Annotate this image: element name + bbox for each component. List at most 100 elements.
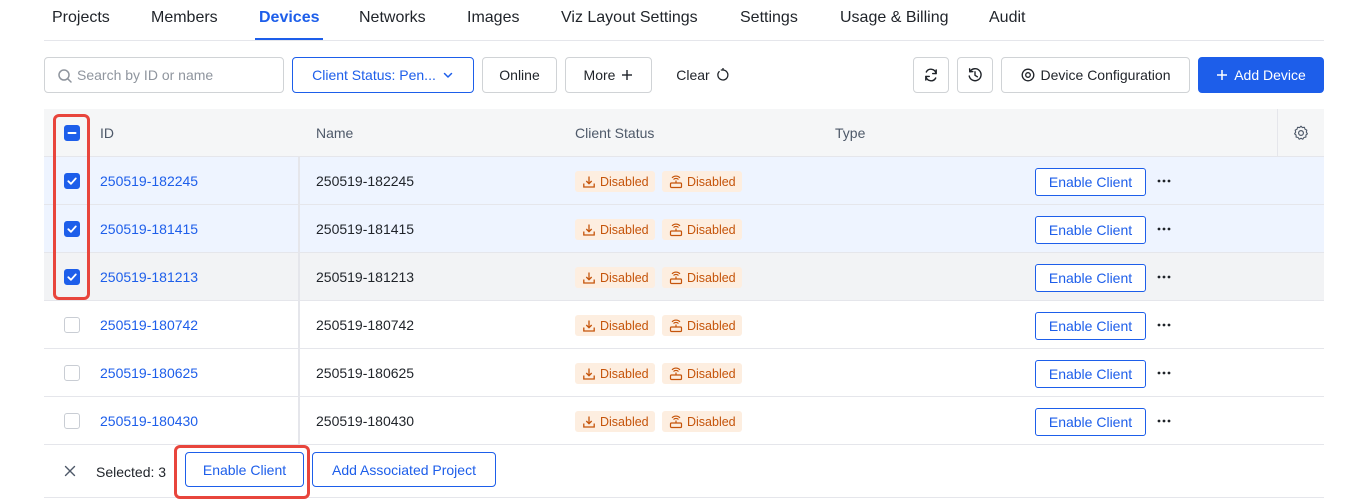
row-checkbox[interactable]	[64, 173, 80, 189]
status-badge: Disabled	[662, 411, 742, 432]
table-row[interactable]: 250519-180742 250519-180742 Disabled Dis…	[44, 301, 1324, 349]
client-status-filter[interactable]: Client Status: Pen...	[292, 57, 474, 93]
device-id-link[interactable]: 250519-181415	[100, 221, 198, 237]
add-device-button[interactable]: Add Device	[1198, 57, 1324, 93]
enable-client-button[interactable]: Enable Client	[1035, 168, 1146, 196]
plus-icon	[622, 70, 633, 80]
column-divider	[298, 157, 300, 205]
tab-projects[interactable]: Projects	[52, 9, 110, 27]
status-badge-text: Disabled	[600, 222, 649, 237]
row-checkbox[interactable]	[64, 221, 80, 237]
table-row[interactable]: 250519-180430 250519-180430 Disabled Dis…	[44, 397, 1324, 445]
status-badge: Disabled	[575, 267, 655, 288]
status-badge-text: Disabled	[600, 414, 649, 429]
more-actions-button[interactable]	[1154, 315, 1174, 335]
device-id-link[interactable]: 250519-180625	[100, 365, 198, 381]
enable-client-button[interactable]: Enable Client	[1035, 216, 1146, 244]
router-icon	[669, 367, 683, 380]
clear-filters-label: Clear	[676, 67, 710, 83]
add-associated-project-button[interactable]: Add Associated Project	[312, 452, 496, 487]
more-icon	[1157, 323, 1171, 327]
table-row[interactable]: 250519-181415 250519-181415 Disabled Dis…	[44, 205, 1324, 253]
more-icon	[1157, 275, 1171, 279]
column-header-client-status: Client Status	[575, 125, 655, 141]
table-row[interactable]: 250519-180625 250519-180625 Disabled Dis…	[44, 349, 1324, 397]
more-icon	[1157, 227, 1171, 231]
enable-client-button[interactable]: Enable Client	[1035, 312, 1146, 340]
device-id-link[interactable]: 250519-182245	[100, 173, 198, 189]
status-badge: Disabled	[575, 219, 655, 240]
status-badge: Disabled	[575, 315, 655, 336]
row-checkbox[interactable]	[64, 365, 80, 381]
device-id-link[interactable]: 250519-181213	[100, 269, 198, 285]
online-filter-button[interactable]: Online	[482, 57, 557, 93]
device-configuration-button[interactable]: Device Configuration	[1001, 57, 1190, 93]
more-icon	[1157, 371, 1171, 375]
column-settings-button[interactable]	[1277, 109, 1324, 157]
tab-viz-layout-settings[interactable]: Viz Layout Settings	[561, 9, 698, 27]
check-icon	[67, 177, 77, 185]
history-button[interactable]	[957, 57, 993, 93]
device-name: 250519-181213	[316, 269, 415, 285]
enable-client-button[interactable]: Enable Client	[1035, 360, 1146, 388]
table-row[interactable]: 250519-181213 250519-181213 Disabled Dis…	[44, 253, 1324, 301]
device-name: 250519-182245	[316, 173, 415, 189]
row-checkbox[interactable]	[64, 317, 80, 333]
download-icon	[583, 368, 595, 380]
client-status-filter-label: Client Status: Pen...	[312, 67, 436, 83]
router-icon	[669, 223, 683, 236]
status-badge-text: Disabled	[687, 318, 736, 333]
enable-client-button[interactable]: Enable Client	[1035, 264, 1146, 292]
enable-client-button[interactable]: Enable Client	[1035, 408, 1146, 436]
bulk-enable-client-button[interactable]: Enable Client	[185, 452, 304, 487]
tab-audit[interactable]: Audit	[989, 9, 1025, 27]
device-id-link[interactable]: 250519-180430	[100, 413, 198, 429]
status-badge: Disabled	[662, 315, 742, 336]
device-id-link[interactable]: 250519-180742	[100, 317, 198, 333]
table-row[interactable]: 250519-182245 250519-182245 Disabled Dis…	[44, 157, 1324, 205]
nav-tabs: Projects Members Devices Networks Images…	[44, 0, 1324, 41]
status-badge: Disabled	[662, 267, 742, 288]
online-filter-label: Online	[499, 67, 540, 83]
close-icon[interactable]	[62, 463, 78, 479]
tab-devices[interactable]: Devices	[259, 9, 320, 27]
refresh-icon	[925, 68, 937, 82]
refresh-button[interactable]	[913, 57, 949, 93]
add-associated-project-label: Add Associated Project	[332, 461, 476, 478]
more-actions-button[interactable]	[1154, 363, 1174, 383]
more-filters-button[interactable]: More	[565, 57, 652, 93]
column-divider	[298, 205, 300, 253]
more-filters-label: More	[583, 67, 616, 83]
more-actions-button[interactable]	[1154, 219, 1174, 239]
clear-filters-button[interactable]: Clear	[664, 57, 742, 93]
more-actions-button[interactable]	[1154, 171, 1174, 191]
add-device-label: Add Device	[1234, 67, 1306, 83]
search-input[interactable]	[77, 58, 277, 92]
tab-usage-billing[interactable]: Usage & Billing	[840, 9, 949, 27]
tab-networks[interactable]: Networks	[359, 9, 426, 27]
status-badge-text: Disabled	[687, 174, 736, 189]
status-badge: Disabled	[662, 363, 742, 384]
download-icon	[583, 224, 595, 236]
status-badge-text: Disabled	[687, 366, 736, 381]
device-name: 250519-180430	[316, 413, 415, 429]
column-header-name: Name	[316, 125, 354, 141]
check-icon	[67, 225, 77, 233]
more-actions-button[interactable]	[1154, 267, 1174, 287]
download-icon	[583, 320, 595, 332]
status-badge: Disabled	[575, 363, 655, 384]
status-badge: Disabled	[575, 411, 655, 432]
select-all-checkbox[interactable]	[64, 125, 80, 141]
row-checkbox[interactable]	[64, 413, 80, 429]
more-actions-button[interactable]	[1154, 411, 1174, 431]
row-checkbox[interactable]	[64, 269, 80, 285]
table-header: ID Name Client Status Type	[44, 109, 1324, 157]
column-divider	[298, 349, 300, 397]
search-icon	[58, 69, 72, 83]
tab-images[interactable]: Images	[467, 9, 519, 27]
router-icon	[669, 319, 683, 332]
search-box[interactable]	[44, 57, 284, 93]
download-icon	[583, 176, 595, 188]
tab-members[interactable]: Members	[151, 9, 218, 27]
tab-settings[interactable]: Settings	[740, 9, 798, 27]
